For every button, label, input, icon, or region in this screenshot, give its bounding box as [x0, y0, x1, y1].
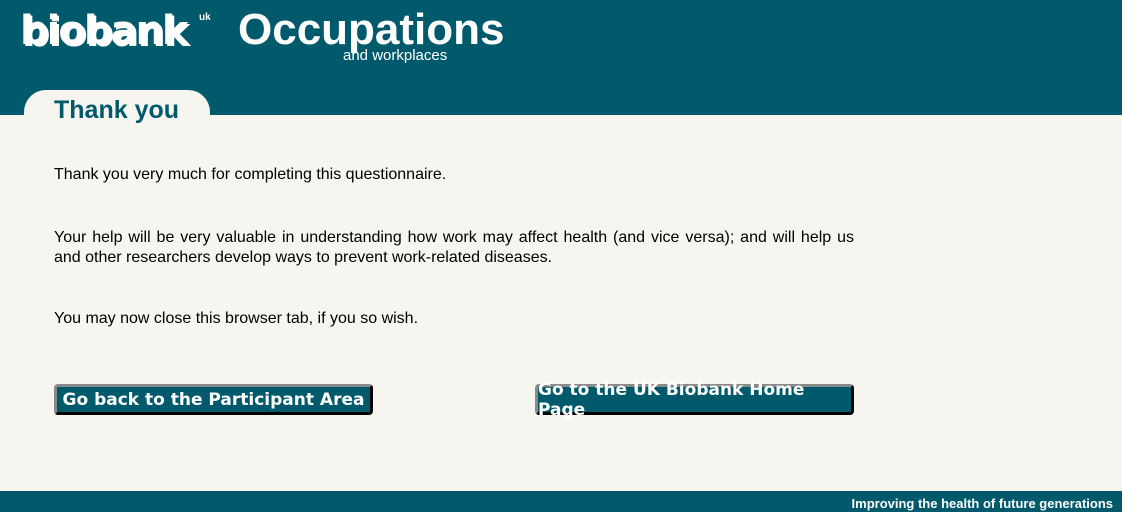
footer-tagline: Improving the health of future generatio… — [851, 496, 1113, 511]
participant-area-button[interactable]: Go back to the Participant Area — [54, 384, 373, 415]
thank-you-text: Thank you very much for completing this … — [54, 166, 447, 183]
site-footer: Improving the health of future generatio… — [0, 491, 1122, 512]
biobank-logo: biobank — [20, 8, 189, 54]
page-title: Thank you — [54, 96, 180, 124]
help-value-text: Your help will be very valuable in under… — [54, 229, 854, 266]
close-tab-text: You may now close this browser tab, if y… — [54, 310, 419, 327]
home-page-button[interactable]: Go to the UK Biobank Home Page — [535, 380, 854, 420]
logo-uk-superscript: uk — [199, 12, 211, 23]
app-subtitle: and workplaces — [343, 47, 448, 64]
